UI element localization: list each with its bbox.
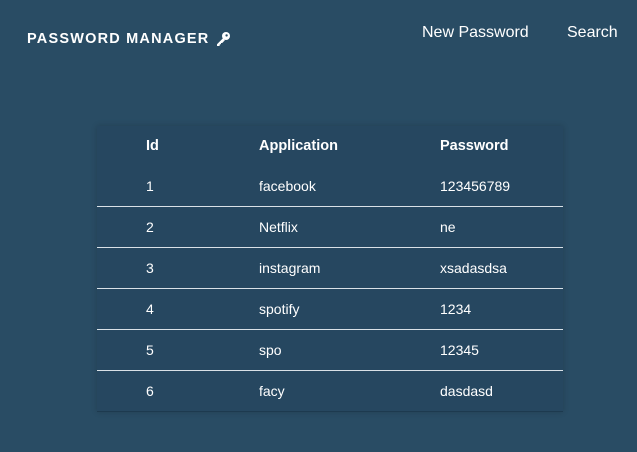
brand-logo[interactable]: PASSWORD MANAGER bbox=[27, 30, 231, 48]
table-header: Id Application Password bbox=[97, 126, 563, 166]
cell-password: 123456789 bbox=[440, 178, 511, 194]
cell-application: instagram bbox=[259, 260, 321, 276]
navbar: PASSWORD MANAGER New Password Search bbox=[0, 0, 637, 70]
cell-id: 4 bbox=[146, 301, 154, 317]
table-row: 5 spo 12345 bbox=[97, 330, 563, 371]
table-row: 6 facy dasdasd bbox=[97, 371, 563, 412]
table-row: 1 facebook 123456789 bbox=[97, 166, 563, 207]
cell-application: spotify bbox=[259, 301, 300, 317]
cell-application: facebook bbox=[259, 178, 316, 194]
passwords-table-card: Id Application Password 1 facebook 12345… bbox=[97, 126, 563, 412]
cell-password: 12345 bbox=[440, 342, 479, 358]
search-link[interactable]: Search bbox=[567, 24, 618, 42]
cell-id: 2 bbox=[146, 219, 154, 235]
cell-id: 1 bbox=[146, 178, 154, 194]
brand-title: PASSWORD MANAGER bbox=[27, 31, 210, 47]
table-header-row: Id Application Password bbox=[97, 126, 563, 166]
table-row: 2 Netflix ne bbox=[97, 207, 563, 248]
cell-password: dasdasd bbox=[440, 383, 493, 399]
cell-id: 5 bbox=[146, 342, 154, 358]
header-application: Application bbox=[259, 138, 338, 154]
table-row: 4 spotify 1234 bbox=[97, 289, 563, 330]
cell-id: 6 bbox=[146, 383, 154, 399]
cell-application: Netflix bbox=[259, 219, 298, 235]
cell-id: 3 bbox=[146, 260, 154, 276]
table-body: 1 facebook 123456789 2 Netflix ne 3 inst… bbox=[97, 166, 563, 412]
new-password-link[interactable]: New Password bbox=[422, 24, 529, 42]
header-id: Id bbox=[146, 138, 159, 154]
cell-password: xsadasdsa bbox=[440, 260, 507, 276]
cell-password: 1234 bbox=[440, 301, 472, 317]
table-row: 3 instagram xsadasdsa bbox=[97, 248, 563, 289]
passwords-table: Id Application Password 1 facebook 12345… bbox=[97, 126, 563, 412]
cell-password: ne bbox=[440, 219, 456, 235]
key-icon bbox=[215, 31, 231, 47]
cell-application: facy bbox=[259, 383, 285, 399]
cell-application: spo bbox=[259, 342, 282, 358]
header-password: Password bbox=[440, 138, 509, 154]
